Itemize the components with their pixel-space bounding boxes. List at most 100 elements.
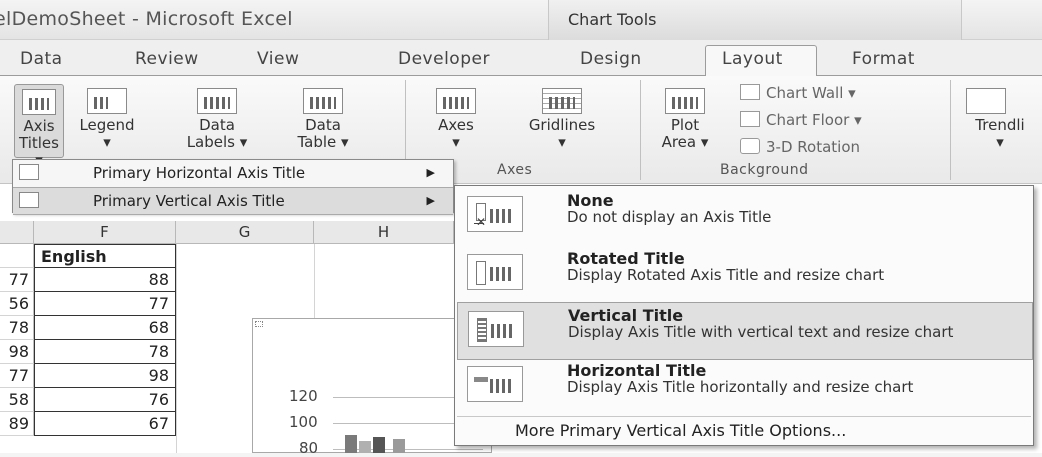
column-header-f[interactable]: F — [34, 221, 176, 244]
cell-e-header[interactable] — [0, 244, 34, 268]
tab-data[interactable]: Data — [20, 49, 63, 69]
chart-wall-button[interactable]: Chart Wall ▾ — [740, 84, 856, 102]
option-description: Display Axis Title with vertical text an… — [568, 323, 954, 341]
horizontal-axis-title-icon — [19, 164, 39, 180]
more-vertical-axis-title-options[interactable]: More Primary Vertical Axis Title Options… — [457, 416, 1031, 445]
table-cell[interactable]: 98 — [0, 340, 34, 364]
group-separator — [950, 80, 951, 180]
chart-wall-icon — [740, 84, 760, 100]
trendline-label-2: ▾ — [996, 133, 1004, 151]
data-labels-label-2: Labels ▾ — [186, 133, 248, 151]
tab-review[interactable]: Review — [135, 49, 199, 69]
option-rotated-title[interactable]: Rotated Title Display Rotated Axis Title… — [457, 246, 1031, 302]
data-table-label: Data — [305, 116, 341, 134]
option-none[interactable]: ✕ None Do not display an Axis Title — [457, 188, 1031, 244]
axis-titles-menu: Primary Horizontal Axis Title ▶ Primary … — [12, 159, 454, 215]
tab-layout[interactable]: Layout — [722, 49, 783, 69]
data-labels-button[interactable]: Data Labels ▾ — [180, 88, 254, 151]
background-group-label: Background — [720, 162, 809, 178]
tab-design[interactable]: Design — [580, 49, 642, 69]
legend-icon — [87, 88, 127, 114]
axes-label: Axes — [438, 116, 474, 134]
table-cell[interactable]: 68 — [34, 316, 176, 340]
table-cell[interactable]: 98 — [34, 364, 176, 388]
data-table-button[interactable]: Data Table ▾ — [286, 88, 360, 151]
option-description: Display Axis Title horizontally and resi… — [567, 378, 914, 396]
menu-item-label: Primary Horizontal Axis Title — [93, 164, 306, 182]
menu-item-label: Primary Vertical Axis Title — [93, 192, 285, 210]
more-options-label: More Primary Vertical Axis Title Options… — [515, 421, 847, 440]
chart-floor-button[interactable]: Chart Floor ▾ — [740, 111, 862, 129]
plot-area-icon — [665, 88, 705, 114]
tab-format[interactable]: Format — [852, 49, 915, 69]
table-cell[interactable]: 78 — [34, 340, 176, 364]
chart-floor-icon — [740, 111, 760, 127]
menu-item-primary-horizontal-axis-title[interactable]: Primary Horizontal Axis Title ▶ — [13, 160, 453, 186]
table-cell[interactable]: 67 — [34, 412, 176, 436]
table-cell[interactable]: 76 — [34, 388, 176, 412]
no-axis-title-icon: ✕ — [467, 196, 523, 232]
table-cell[interactable]: 56 — [0, 292, 34, 316]
plot-area-button[interactable]: Plot Area ▾ — [650, 88, 720, 151]
table-cell[interactable]: 88 — [34, 268, 176, 292]
3d-rotation-button[interactable]: 3-D Rotation — [740, 138, 860, 156]
window-title: elDemoSheet - Microsoft Excel — [0, 8, 293, 30]
plot-area-label-2: Area ▾ — [661, 133, 709, 151]
column-header-e[interactable] — [0, 221, 34, 244]
axis-titles-label: Axis — [23, 117, 55, 135]
tab-developer[interactable]: Developer — [398, 49, 490, 69]
option-description: Display Rotated Axis Title and resize ch… — [567, 266, 885, 284]
rotated-title-icon — [467, 254, 523, 290]
axis-titles-icon — [22, 89, 56, 115]
chart-bar — [393, 439, 405, 453]
option-horizontal-title[interactable]: Horizontal Title Display Axis Title hori… — [457, 358, 1031, 414]
axes-icon — [436, 88, 476, 114]
gridlines-label: Gridlines — [528, 116, 596, 134]
chart-bar — [359, 441, 371, 453]
gridlines-button[interactable]: Gridlines ▾ — [506, 88, 618, 151]
cell-english-header[interactable]: English — [34, 244, 176, 268]
tab-view[interactable]: View — [257, 49, 299, 69]
table-cell[interactable]: 77 — [0, 364, 34, 388]
table-cell[interactable]: 58 — [0, 388, 34, 412]
vertical-axis-title-flyout: ✕ None Do not display an Axis Title Rota… — [454, 185, 1034, 446]
horizontal-title-icon — [467, 366, 523, 402]
chart-tools-label: Chart Tools — [568, 10, 657, 29]
vertical-axis-title-icon — [19, 192, 39, 208]
data-table-icon — [303, 88, 343, 114]
trendline-icon — [966, 88, 1006, 114]
y-tick-label: 120 — [289, 387, 318, 405]
chart-bar — [373, 437, 385, 453]
submenu-arrow-icon: ▶ — [426, 194, 435, 207]
gridlines-label-2: ▾ — [558, 133, 566, 151]
axes-button[interactable]: Axes ▾ — [420, 88, 492, 151]
data-labels-label: Data — [199, 116, 235, 134]
trendline-button[interactable]: Trendli ▾ — [958, 88, 1042, 151]
3d-rotation-icon — [740, 138, 760, 154]
axes-label-2: ▾ — [452, 133, 460, 151]
menu-item-primary-vertical-axis-title[interactable]: Primary Vertical Axis Title ▶ — [13, 187, 453, 215]
plot-area-label: Plot — [670, 116, 700, 134]
legend-button[interactable]: Legend ▾ — [72, 88, 142, 151]
legend-label: Legend — [79, 116, 135, 134]
option-vertical-title[interactable]: Vertical Title Display Axis Title with v… — [457, 302, 1033, 360]
axis-titles-button[interactable]: Axis Titles ▾ — [14, 84, 64, 169]
chart-bar — [345, 435, 357, 453]
option-description: Do not display an Axis Title — [567, 208, 772, 226]
data-labels-icon — [197, 88, 237, 114]
submenu-arrow-icon: ▶ — [426, 166, 435, 179]
chart-resize-handle[interactable] — [255, 321, 263, 327]
legend-label-2: ▾ — [103, 133, 111, 151]
y-tick-label: 80 — [299, 439, 319, 457]
gridlines-icon — [542, 88, 582, 114]
column-header-g[interactable]: G — [176, 221, 314, 244]
vertical-title-icon — [468, 311, 524, 347]
table-cell[interactable]: 89 — [0, 412, 34, 436]
table-cell[interactable]: 77 — [34, 292, 176, 316]
gridline — [176, 244, 177, 453]
table-cell[interactable]: 78 — [0, 316, 34, 340]
column-header-h[interactable]: H — [314, 221, 454, 244]
chart-floor-label: Chart Floor ▾ — [766, 111, 862, 129]
table-cell[interactable]: 77 — [0, 268, 34, 292]
axes-group-label: Axes — [497, 162, 533, 178]
